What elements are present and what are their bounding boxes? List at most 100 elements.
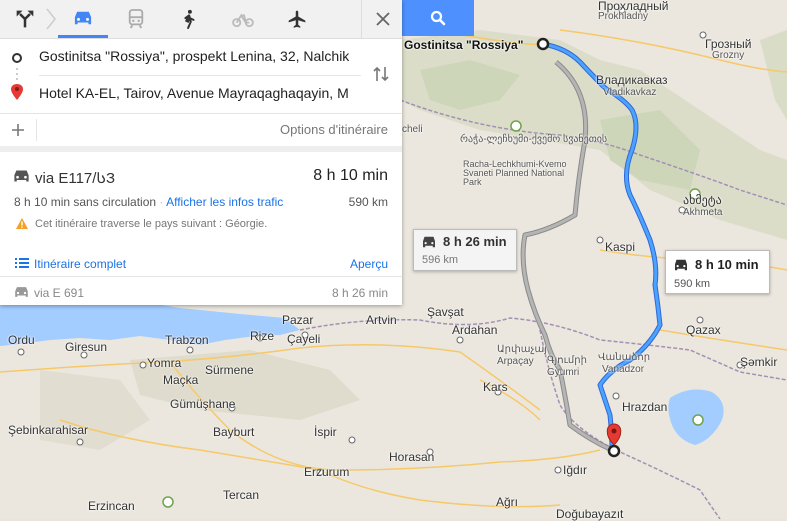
route-alt-via: via E 691 — [34, 286, 85, 300]
map-label-rize: Rize — [250, 329, 275, 343]
car-icon — [15, 287, 28, 297]
walking-icon — [184, 9, 195, 29]
route-primary-warning: Cet itinéraire traverse le pays suivant … — [35, 218, 268, 230]
swap-waypoints-icon[interactable] — [372, 65, 390, 83]
car-icon — [423, 236, 435, 248]
travel-mode-bar — [0, 0, 402, 39]
origin-circle-icon — [12, 53, 22, 63]
directions-panel: Gostinitsa "Rossiya", prospekt Lenina, 3… — [0, 0, 402, 305]
mode-driving[interactable] — [58, 0, 108, 38]
waypoint-dots — [16, 68, 18, 80]
map-label-horasan: Horasan — [389, 450, 435, 464]
car-icon — [14, 170, 29, 182]
map-label-cayeli: Çayeli — [287, 332, 321, 346]
map-label-qazax: Qazax — [686, 323, 721, 337]
origin-marker — [536, 37, 550, 51]
map-label-surmene: Sürmene — [205, 363, 254, 377]
map-label-gyumri-hy: Գյումրի — [547, 355, 587, 366]
map-label-kaspi: Kaspi — [605, 240, 636, 254]
show-traffic-link[interactable]: Afficher les infos trafic — [166, 195, 283, 209]
map-label-vladikavkaz: Vladikavkaz — [603, 87, 657, 98]
map-label-giresun: Giresun — [65, 340, 108, 354]
map-label-akhmeta: Akhmeta — [683, 207, 723, 218]
route-alt-duration: 8 h 26 min — [331, 286, 388, 300]
map-label-racha-ka: რაჭა-ლეჩხუმი-ქვემო სვანეთის — [460, 134, 608, 145]
close-icon — [375, 12, 390, 26]
route-primary-via: via E117/ᲡЗ — [35, 170, 116, 187]
map-label-racha: Racha-Lechkhumi-Kvemo Svaneti Planned Na… — [463, 159, 567, 187]
map-label-erzincan: Erzincan — [88, 499, 135, 513]
preview-link[interactable]: Aperçu — [350, 257, 388, 271]
list-icon — [15, 258, 29, 268]
map-label-grozny: Grozny — [712, 50, 745, 61]
route-card-primary[interactable]: via E117/ᲡЗ 8 h 10 min 8 h 10 min sans c… — [0, 146, 402, 282]
route-primary-traffic-line: 8 h 10 min sans circulation · Afficher l… — [14, 195, 284, 209]
destination-input[interactable]: Hotel KA-EL, Tairov, Avenue Mayraqaghaqa… — [39, 85, 361, 101]
map-label-vladikavkaz-ru: Владикавказ — [596, 73, 668, 87]
map-label-yomra: Yomra — [147, 356, 182, 370]
alt-route-callout[interactable]: 8 h 26 min 596 km — [413, 229, 517, 271]
primary-route-callout[interactable]: 8 h 10 min 590 km — [665, 250, 770, 294]
map-label-ispir: İspir — [314, 425, 337, 439]
mode-flight[interactable] — [272, 0, 322, 38]
primary-route-callout-duration: 8 h 10 min — [695, 257, 759, 272]
mode-transit[interactable] — [111, 0, 161, 38]
map-label-gyumri: Gyumri — [547, 367, 580, 378]
map-label-dogubayazit: Doğubayazıt — [556, 507, 624, 521]
map-label-ardahan: Ardahan — [452, 323, 498, 337]
route-options-link[interactable]: Options d'itinéraire — [280, 122, 388, 137]
route-primary-no-traffic: 8 h 10 min sans circulation — [14, 195, 157, 209]
map-label-arpacay-hy: Արփաչայ — [497, 344, 547, 355]
map-label-kars: Kars — [483, 380, 508, 394]
map-label-artvin: Artvin — [366, 313, 397, 327]
best-route-icon — [16, 10, 34, 28]
transit-icon — [128, 9, 144, 29]
map-label-bayburt: Bayburt — [213, 425, 255, 439]
map-label-vanadzor-hy: Վանաձոր — [598, 352, 651, 363]
alt-route-callout-duration: 8 h 26 min — [443, 234, 507, 249]
route-primary-duration: 8 h 10 min — [313, 167, 388, 184]
map-label-grozny-ru: Грозный — [705, 37, 752, 51]
add-destination-row: Options d'itinéraire — [0, 113, 402, 147]
map-label-cheli: cheli — [402, 124, 423, 135]
map-label-agri: Ağrı — [496, 495, 519, 509]
waypoints: Gostinitsa "Rossiya", prospekt Lenina, 3… — [0, 39, 402, 113]
map-label-sebinkarahisar: Şebinkarahisar — [8, 423, 89, 437]
close-button[interactable] — [361, 0, 403, 38]
search-button[interactable] — [402, 0, 474, 36]
map-label-semkir: Şəmkir — [740, 355, 778, 369]
map-label-trabzon: Trabzon — [165, 333, 209, 347]
flight-icon — [288, 10, 306, 28]
map-label-vanadzor: Vanadzor — [602, 364, 645, 375]
map-label-prokhladny: Prokhladny — [598, 11, 649, 22]
warning-icon — [16, 218, 28, 229]
alt-route-callout-distance: 596 km — [422, 254, 459, 266]
add-destination-icon[interactable] — [11, 123, 25, 137]
route-card-alternative[interactable]: via E 691 8 h 26 min — [0, 276, 402, 306]
map-label-macka: Maçka — [163, 373, 199, 387]
map-label-pazar: Pazar — [282, 313, 314, 327]
map-label-origin: Gostinitsa "Rossiya" — [404, 38, 524, 52]
origin-input[interactable]: Gostinitsa "Rossiya", prospekt Lenina, 3… — [39, 48, 361, 64]
waypoint-divider — [39, 75, 361, 76]
map-label-gumushane: Gümüşhane — [170, 397, 236, 411]
destination-pin-icon — [11, 84, 23, 100]
bicycle-icon — [232, 13, 254, 28]
mode-walking[interactable] — [164, 0, 214, 38]
map-label-hrazdan: Hrazdan — [622, 400, 668, 414]
map-label-akhmeta-ka: ახმეტა — [683, 193, 722, 207]
divider — [36, 119, 37, 141]
map-label-arpacay: Arpaçay — [497, 356, 534, 367]
map-label-tercan: Tercan — [223, 488, 260, 502]
mode-best-route[interactable] — [0, 0, 50, 38]
map-label-ordu: Ordu — [8, 333, 35, 347]
map-label-erzurum: Erzurum — [304, 465, 350, 479]
mode-bicycling[interactable] — [218, 0, 268, 38]
search-icon — [430, 10, 446, 26]
primary-route-callout-distance: 590 km — [674, 278, 711, 290]
full-route-link[interactable]: Itinéraire complet — [34, 257, 126, 271]
route-primary-distance: 590 km — [348, 195, 388, 209]
destination-marker — [607, 444, 621, 458]
car-icon — [74, 11, 92, 24]
map-label-igdir: Iğdır — [563, 463, 588, 477]
